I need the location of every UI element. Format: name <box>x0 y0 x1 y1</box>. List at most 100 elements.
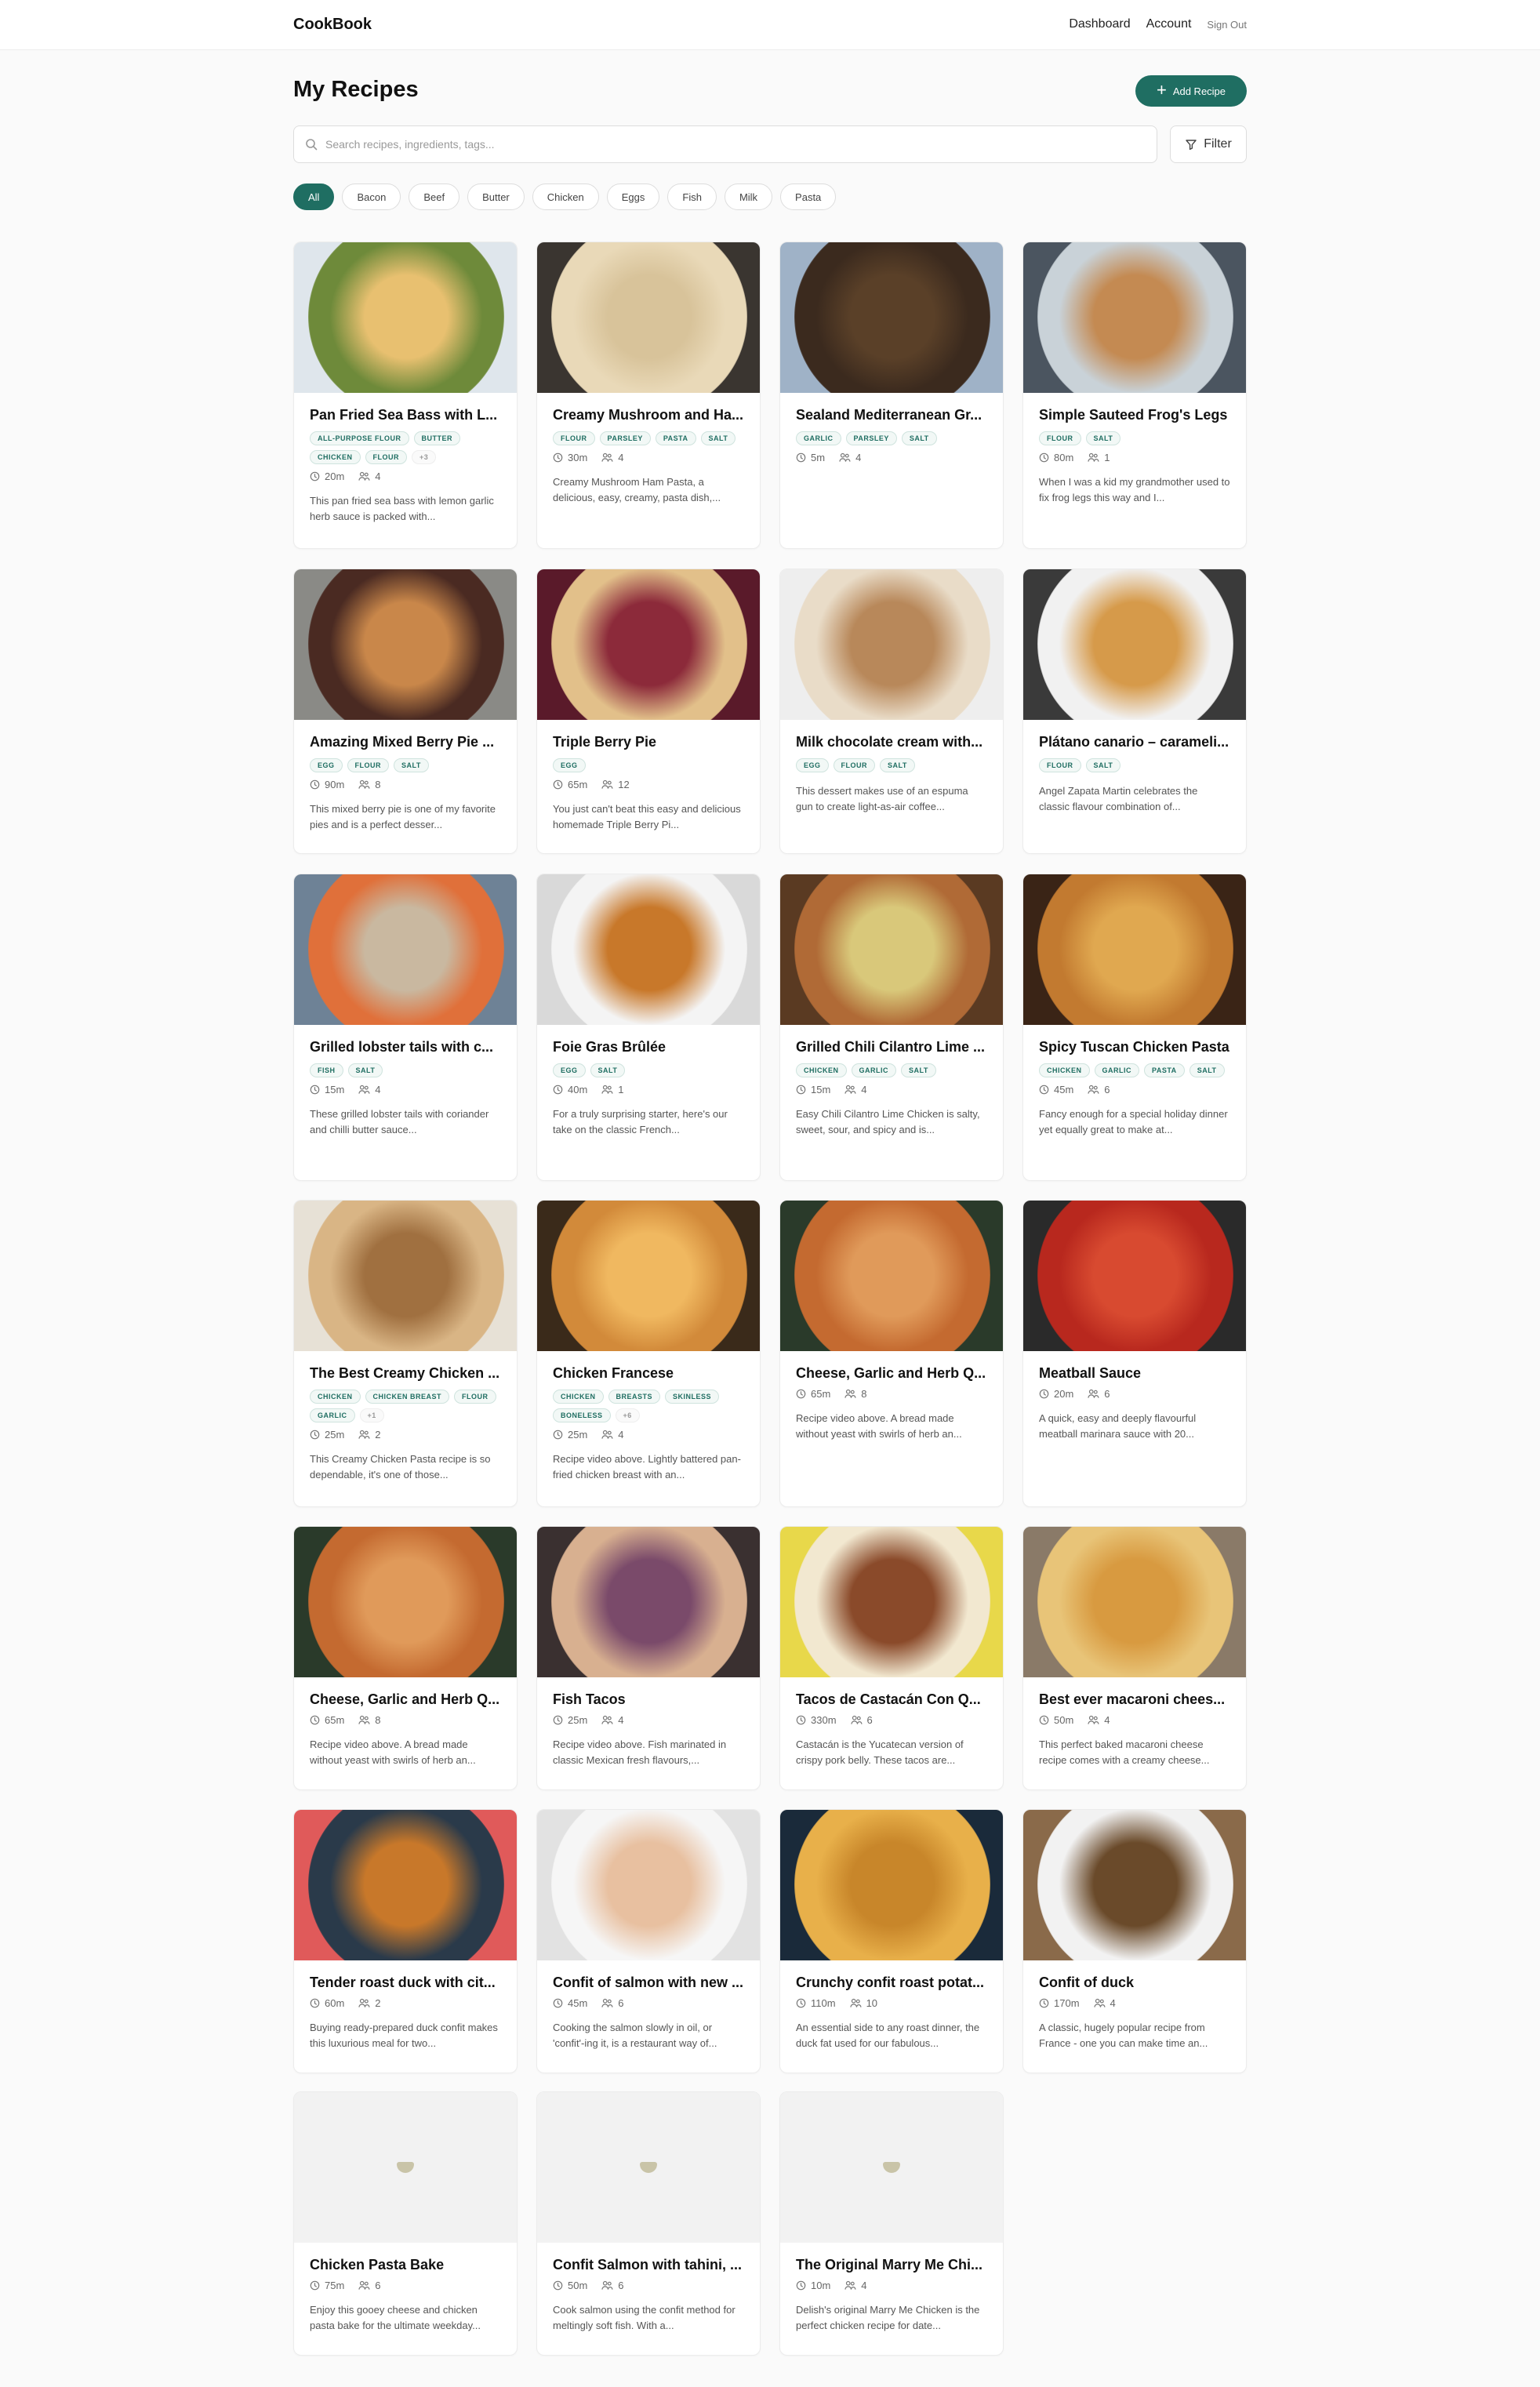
recipe-card[interactable]: Simple Sauteed Frog's Legs FLOUR SALT 80m 1 W… <box>1022 242 1247 549</box>
recipe-description: Fancy enough for a special holiday dinne… <box>1039 1108 1228 1135</box>
recipe-card[interactable]: Cheese, Garlic and Herb Q... 65m 8 Recipe v… <box>293 1526 518 1790</box>
recipe-image <box>294 1810 517 1960</box>
recipe-image <box>780 1810 1003 1960</box>
recipe-time: 75m <box>325 2280 345 2291</box>
recipe-card[interactable]: Pan Fried Sea Bass with L... ALL-PURPOSE … <box>293 242 518 549</box>
recipe-card[interactable]: Sealand Mediterranean Gr... GARLIC PARSLEY… <box>779 242 1004 549</box>
dish-shape <box>794 242 990 393</box>
recipe-time: 110m <box>811 1997 836 2009</box>
recipe-servings: 4 <box>618 1714 624 1726</box>
recipe-image <box>294 1527 517 1677</box>
recipe-servings: 12 <box>618 779 630 790</box>
nav-dashboard-link[interactable]: Dashboard <box>1069 17 1130 31</box>
recipe-card[interactable]: Best ever macaroni chees... 50m 4 This perf… <box>1022 1526 1247 1790</box>
recipe-description: Angel Zapata Martin celebrates the class… <box>1039 785 1198 812</box>
recipe-meta: 40m 1 <box>553 1084 744 1095</box>
recipe-meta: 25m 2 <box>310 1429 501 1441</box>
clock-icon <box>310 1715 320 1725</box>
chip-chicken[interactable]: Chicken <box>532 183 599 210</box>
servings-icon <box>358 1998 370 2008</box>
recipe-servings: 2 <box>375 1429 381 1441</box>
recipe-card[interactable]: Meatball Sauce 20m 6 A quick, easy and deep… <box>1022 1200 1247 1507</box>
recipe-servings: 10 <box>866 1997 878 2009</box>
ingredient-tag: SALT <box>347 1063 383 1077</box>
recipe-card[interactable]: Spicy Tuscan Chicken Pasta CHICKEN GARLIC P… <box>1022 874 1247 1181</box>
recipe-card[interactable]: Amazing Mixed Berry Pie ... EGG FLOUR SALT 9… <box>293 569 518 854</box>
clock-icon <box>796 1085 806 1095</box>
ingredient-tag: SALT <box>700 431 736 445</box>
ingredient-tag: CHICKEN <box>553 1390 604 1404</box>
nav-signout-link[interactable]: Sign Out <box>1207 19 1247 31</box>
recipe-title: Spicy Tuscan Chicken Pasta <box>1039 1039 1229 1055</box>
add-recipe-button[interactable]: + Add Recipe <box>1135 75 1247 107</box>
recipe-card[interactable]: Grilled lobster tails with c... FISH SALT 1… <box>293 874 518 1181</box>
recipe-card[interactable]: The Best Creamy Chicken ... CHICKEN CHICKE… <box>293 1200 518 1507</box>
recipe-card[interactable]: Crunchy confit roast potat... 110m 10 An es… <box>779 1809 1004 2073</box>
recipe-meta: 30m 4 <box>553 452 744 463</box>
clock-icon <box>796 1998 806 2008</box>
recipe-card[interactable]: Confit of salmon with new ... 45m 6 Cooking… <box>536 1809 761 2073</box>
dish-shape <box>794 1527 990 1677</box>
clock-icon <box>796 452 806 463</box>
dish-shape <box>551 569 747 720</box>
recipe-servings: 6 <box>866 1714 873 1726</box>
chip-beef[interactable]: Beef <box>409 183 460 210</box>
recipe-meta: 25m 4 <box>553 1429 744 1441</box>
recipe-card[interactable]: Tacos de Castacán Con Q... 330m 6 Castacán … <box>779 1526 1004 1790</box>
recipe-description: A classic, hugely popular recipe from Fr… <box>1039 2022 1208 2049</box>
tag-list: CHICKEN BREASTS SKINLESS BONELESS +6 <box>553 1390 744 1422</box>
recipe-title: Simple Sauteed Frog's Legs <box>1039 407 1228 423</box>
chip-all[interactable]: All <box>293 183 335 210</box>
chip-fish[interactable]: Fish <box>667 183 717 210</box>
recipe-card[interactable]: The Original Marry Me Chi... 10m 4 Delish's… <box>779 2091 1004 2356</box>
ingredient-tag: FLOUR <box>365 450 408 464</box>
recipe-description: This mixed berry pie is one of my favori… <box>310 803 496 830</box>
recipe-meta: 15m 4 <box>796 1084 987 1095</box>
recipe-description: Cook salmon using the confit method for … <box>553 2304 735 2331</box>
ingredient-tag: SALT <box>590 1063 626 1077</box>
recipe-servings: 4 <box>861 2280 867 2291</box>
recipe-image <box>780 242 1003 393</box>
recipe-description: When I was a kid my grandmother used to … <box>1039 476 1230 503</box>
recipe-card[interactable]: Confit Salmon with tahini, ... 50m 6 Cook s… <box>536 2091 761 2356</box>
dish-shape <box>308 1201 504 1351</box>
recipe-meta: 45m 6 <box>553 1997 744 2009</box>
recipe-card[interactable]: Creamy Mushroom and Ha... FLOUR PARSLEY PAS… <box>536 242 761 549</box>
recipe-card[interactable]: Chicken Francese CHICKEN BREASTS SKINLESS BO… <box>536 1200 761 1507</box>
recipe-card[interactable]: Cheese, Garlic and Herb Q... 65m 8 Recipe v… <box>779 1200 1004 1507</box>
recipe-meta: 50m 6 <box>553 2280 744 2291</box>
recipe-card[interactable]: Chicken Pasta Bake 75m 6 Enjoy this gooey c… <box>293 2091 518 2356</box>
chip-eggs[interactable]: Eggs <box>606 183 660 210</box>
recipe-card[interactable]: Foie Gras Brûlée EGG SALT 40m 1 For a truly s… <box>536 874 761 1181</box>
chip-pasta[interactable]: Pasta <box>780 183 837 210</box>
recipe-card[interactable]: Fish Tacos 25m 4 Recipe video above. Fish m… <box>536 1526 761 1790</box>
clock-icon <box>796 2280 806 2291</box>
recipe-title: Sealand Mediterranean Gr... <box>796 407 982 423</box>
recipe-time: 50m <box>1054 1714 1074 1726</box>
chip-milk[interactable]: Milk <box>724 183 773 210</box>
recipe-card[interactable]: Milk chocolate cream with... EGG FLOUR SALT… <box>779 569 1004 854</box>
nav-account-link[interactable]: Account <box>1146 17 1192 31</box>
ingredient-tag: SALT <box>901 1063 936 1077</box>
dish-shape <box>308 874 504 1025</box>
chip-bacon[interactable]: Bacon <box>342 183 401 210</box>
filter-button[interactable]: Filter <box>1170 125 1247 163</box>
recipe-title: Foie Gras Brûlée <box>553 1039 666 1055</box>
ingredient-tag: FLOUR <box>1039 431 1081 445</box>
clock-icon <box>1039 1715 1049 1725</box>
brand-logo[interactable]: CookBook <box>293 16 372 34</box>
chip-butter[interactable]: Butter <box>467 183 525 210</box>
dish-shape <box>794 1810 990 1960</box>
dish-shape <box>1037 1810 1233 1960</box>
nav-links: Dashboard Account Sign Out <box>1069 17 1247 31</box>
search-bar <box>293 125 1157 163</box>
search-input[interactable] <box>325 138 1157 151</box>
recipe-card[interactable]: Confit of duck 170m 4 A classic, hugely pop… <box>1022 1809 1247 2073</box>
recipe-card[interactable]: Triple Berry Pie EGG 65m 12 You just can't b… <box>536 569 761 854</box>
recipe-card[interactable]: Plátano canario – carameli... FLOUR SALT An… <box>1022 569 1247 854</box>
recipe-description: Recipe video above. A bread made without… <box>310 1738 476 1766</box>
clock-icon <box>553 1715 563 1725</box>
recipe-time: 45m <box>568 1997 588 2009</box>
recipe-card[interactable]: Tender roast duck with cit... 60m 2 Buying … <box>293 1809 518 2073</box>
recipe-card[interactable]: Grilled Chili Cilantro Lime ... CHICKEN GA… <box>779 874 1004 1181</box>
